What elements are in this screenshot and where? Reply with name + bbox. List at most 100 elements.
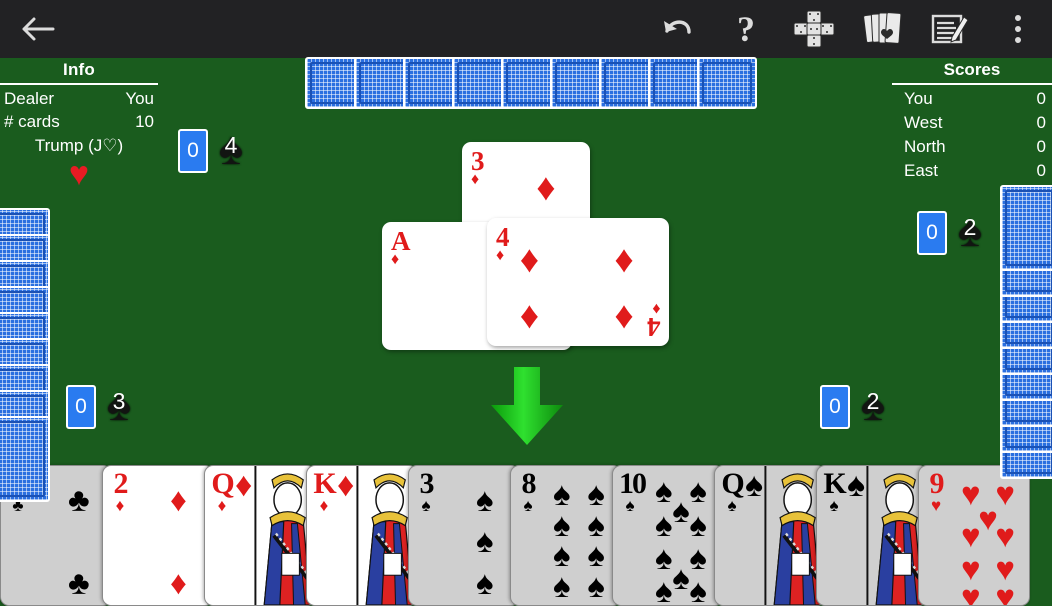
court-card-art	[741, 466, 825, 605]
west-card-back	[0, 416, 50, 502]
hand-card[interactable]: K ♠ ♠	[816, 465, 928, 606]
marker-east-tricks: ♠ 2	[949, 207, 991, 256]
info-numcards-value: 10	[135, 112, 154, 131]
scores-east-value: 0	[1036, 161, 1046, 180]
scores-you-label: You	[904, 89, 933, 108]
pip: ♠	[587, 566, 605, 604]
pip: ♠	[672, 558, 690, 596]
marker-west-tricks: ♠ 3	[98, 381, 140, 430]
hand-card[interactable]: Q ♠ ♠	[714, 465, 826, 606]
trick-card-east-corner: 4 ♦	[647, 300, 661, 342]
scores-north-label: North	[904, 137, 946, 156]
trick-card-north-corner: 3 ♦	[471, 146, 484, 188]
help-button[interactable]: ?	[712, 0, 780, 58]
pip: ♠	[553, 566, 571, 604]
scores-west-value: 0	[1036, 113, 1046, 132]
pip-grid: ♥ ♥ ♥ ♥ ♥ ♥ ♥ ♥ ♥	[947, 466, 1025, 605]
marker-east: 0 ♠ 2	[917, 207, 991, 256]
overflow-menu-button[interactable]	[984, 0, 1052, 58]
trick-card-east: 4 ♦ 4 ♦ ♦ ♦ ♦ ♦	[487, 218, 669, 346]
pip: ♦	[614, 239, 634, 282]
pip: ♦	[536, 166, 556, 209]
hand-card-corner: 3 ♠	[419, 467, 435, 515]
pip: ♠	[689, 539, 707, 577]
scores-row-west: West 0	[892, 111, 1052, 135]
hand-card[interactable]: 8 ♠ ♠ ♠ ♠ ♠ ♠ ♠ ♠ ♠	[510, 465, 622, 606]
marker-west: 0 ♠ 3	[66, 381, 140, 430]
scores-panel: Scores You 0 West 0 North 0 East 0	[892, 58, 1052, 183]
marker-west-trick-count: 3	[112, 388, 126, 414]
court-card-art	[333, 466, 417, 605]
card-layout-icon	[792, 9, 836, 49]
info-row-numcards: # cards 10	[0, 110, 158, 133]
hand-card-corner: 10 ♠	[619, 467, 647, 515]
marker-north: 0 ♠ 4	[178, 125, 252, 174]
pip: ♠	[476, 480, 494, 518]
scores-you-value: 0	[1036, 89, 1046, 108]
trick-card-west-corner: A ♦	[544, 304, 564, 346]
pip: ♦	[170, 480, 187, 518]
card-layout-button[interactable]	[780, 0, 848, 58]
trick-card-north-corner: 3 ♦	[568, 286, 582, 328]
pip: ♠	[476, 522, 494, 560]
pip: ♠	[689, 472, 707, 510]
north-card-back	[697, 57, 757, 109]
marker-north-trick-count: 4	[224, 132, 238, 158]
court-card-art	[843, 466, 927, 605]
info-numcards-label: # cards	[4, 112, 60, 131]
hand-card-corner: 2 ♦	[113, 467, 129, 515]
marker-east-trick-count: 2	[963, 214, 977, 240]
info-dealer-label: Dealer	[4, 89, 55, 108]
undo-button[interactable]	[644, 0, 712, 58]
pip: ♥	[961, 516, 981, 554]
pip: ♥	[995, 516, 1015, 554]
hand-card-corner: Q ♦	[211, 467, 234, 515]
fanned-cards-icon	[861, 10, 903, 48]
hand-card[interactable]: Q ♦ ♦	[204, 465, 316, 606]
scores-east-label: East	[904, 161, 939, 180]
scores-north-value: 0	[1036, 137, 1046, 156]
pip: ♦	[170, 564, 187, 602]
back-arrow-icon	[21, 15, 55, 43]
marker-north-tricks: ♠ 4	[210, 125, 252, 174]
marker-east-bid: 0	[917, 211, 947, 255]
pip: ♦	[519, 239, 540, 282]
pip: ♥	[995, 577, 1015, 606]
pip: ♣	[68, 480, 90, 518]
info-row-dealer: Dealer You	[0, 87, 158, 110]
hand-card[interactable]: 2 ♦ ♦ ♦	[102, 465, 214, 606]
info-dealer-value: You	[125, 89, 154, 108]
pip: ♠	[689, 572, 707, 606]
hand-card-corner: K ♠	[823, 467, 846, 515]
info-panel: Info Dealer You # cards 10 Trump (J♡) ♥	[0, 58, 158, 193]
marker-you: 0 ♠ 2	[820, 381, 894, 430]
hand-card[interactable]: 9 ♥ ♥ ♥ ♥ ♥ ♥ ♥ ♥ ♥ ♥	[918, 465, 1030, 606]
trick-card-north: 3 ♦ 3 ♦ ♦	[462, 142, 590, 332]
scores-title: Scores	[943, 60, 1001, 79]
scores-divider	[892, 83, 1052, 85]
score-pad-button[interactable]	[916, 0, 984, 58]
hand-card-corner: 8 ♠	[521, 467, 537, 515]
hand-card[interactable]: 10 ♠ ♠ ♠ ♠ ♠ ♠ ♠ ♠ ♠ ♠ ♠	[612, 465, 724, 606]
pip: ♥	[995, 475, 1015, 513]
turn-arrow-down	[487, 365, 567, 447]
pip: ♠	[672, 491, 690, 529]
hand-card-corner: 9 ♥	[929, 467, 945, 515]
scores-row-east: East 0	[892, 159, 1052, 183]
three-dots-icon	[1015, 15, 1021, 43]
pip-grid: ♠ ♠ ♠ ♠ ♠ ♠ ♠ ♠ ♠ ♠	[641, 466, 719, 605]
back-button[interactable]	[0, 0, 76, 58]
show-cards-button[interactable]	[848, 0, 916, 58]
hand-card[interactable]: K ♦ ♦	[306, 465, 418, 606]
scores-west-label: West	[904, 113, 943, 132]
info-divider	[0, 83, 158, 85]
marker-you-bid: 0	[820, 385, 850, 429]
trump-suit-icon: ♥	[68, 155, 90, 193]
pip: ♦	[614, 295, 634, 338]
pip: ♠	[476, 564, 494, 602]
hand-card[interactable]: 3 ♠ ♠ ♠ ♠	[408, 465, 520, 606]
question-mark-icon: ?	[737, 9, 755, 49]
pip: ♣	[68, 564, 90, 602]
trick-card-west-corner: A ♦	[391, 226, 410, 268]
info-title: Info	[63, 60, 95, 79]
